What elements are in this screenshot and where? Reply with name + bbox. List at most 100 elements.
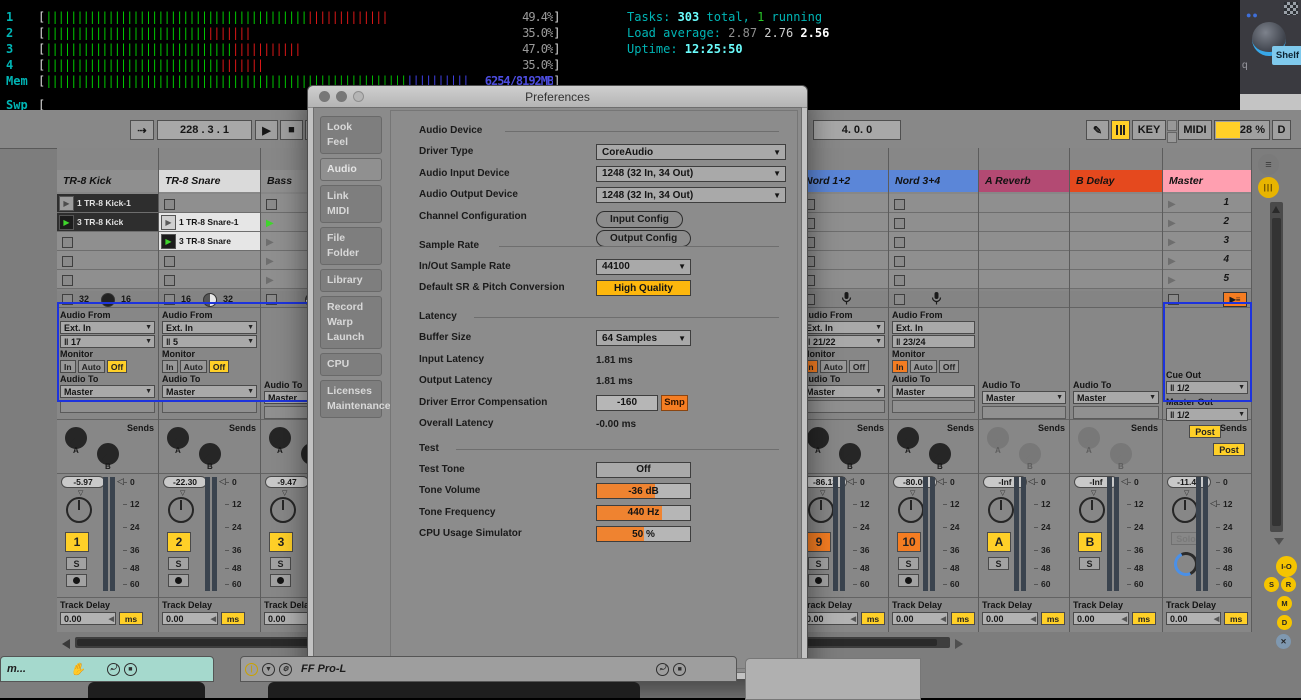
clip-slot[interactable] [799,251,888,270]
clip-stop-button[interactable] [894,199,905,210]
track-header-nord-3-4[interactable]: Nord 3+4 [889,170,978,192]
input-channel-dropdown[interactable]: ‖ 23/24 [892,335,975,348]
loop-length-display[interactable]: 4. 0. 0 [813,120,901,140]
track-activator[interactable]: 2 [167,532,191,552]
delay-unit-toggle[interactable]: ms [861,612,885,625]
delay-unit-toggle[interactable]: ms [1041,612,1065,625]
clip-slot[interactable] [979,194,1069,213]
tab-audio[interactable]: Audio [320,158,382,181]
toggle-s[interactable]: S [1264,577,1279,592]
input-channel-dropdown[interactable]: ‖ 17 ▼ [60,335,155,348]
clip-slot[interactable] [979,270,1069,289]
arm-button[interactable] [898,574,919,587]
scroll-down-arrow[interactable] [1274,538,1284,545]
clip-slot[interactable] [159,194,260,213]
scene-slot[interactable]: ▶ 3 [1163,232,1251,251]
track-delay-field[interactable]: 0.00◀ [802,612,858,625]
solo-button[interactable]: S [808,557,829,570]
audio-to-dropdown[interactable]: Master▼ [162,385,257,398]
hscroll-right-arrow[interactable] [955,639,963,649]
arm-button[interactable] [168,574,189,587]
toggle-r[interactable]: R [1281,577,1296,592]
track-activator[interactable]: 3 [269,532,293,552]
clip-slot[interactable]: ▶ 1 TR-8 Kick-1 [57,194,158,213]
stop-button[interactable]: ■ [280,120,303,140]
track-delay-field[interactable]: 0.00◀ [162,612,218,625]
track-activator[interactable]: B [1078,532,1102,552]
vertical-scrollbar[interactable] [1270,202,1283,532]
clip-3-tr-8-snare[interactable]: ▶ 3 TR-8 Snare [159,232,260,250]
monitor-in[interactable]: In [162,360,178,373]
solo-button[interactable]: S [66,557,87,570]
clip-slot[interactable]: ▶ 3 TR-8 Kick [57,213,158,232]
solo-button[interactable]: S [988,557,1009,570]
clip-stop-button[interactable] [62,275,73,286]
audio-to-dropdown[interactable]: Master▼ [982,391,1066,404]
monitor-off[interactable]: Off [106,360,128,373]
track-activator[interactable]: 10 [897,532,921,552]
delay-unit-toggle[interactable]: ms [1132,612,1156,625]
track-activator[interactable]: A [987,532,1011,552]
scene-slot[interactable]: ▶ 2 [1163,213,1251,232]
minimize-window-button[interactable] [336,91,347,102]
pan-knob[interactable] [808,497,834,523]
monitor-in[interactable]: In [892,360,908,373]
wrench-icon[interactable]: ⚙ [279,662,292,676]
track-delay-field[interactable]: 0.00◀ [60,612,116,625]
monitor-off[interactable]: Off [208,360,230,373]
fold-device-icon[interactable]: ▼ [262,662,275,676]
play-button[interactable]: ▶ [255,120,278,140]
dropdown-audio-output-device[interactable]: 1248 (32 In, 34 Out) ▼ [596,187,786,203]
clip-slot[interactable] [889,232,978,251]
tab-file-folder[interactable]: File Folder [320,227,382,265]
audio-from-dropdown[interactable]: Ext. In [892,321,975,334]
clip-slot[interactable] [889,194,978,213]
clip-3-tr-8-kick[interactable]: ▶ 3 TR-8 Kick [57,213,158,231]
clip-slot[interactable] [799,194,888,213]
clip-slot[interactable] [889,270,978,289]
toggle-m[interactable]: M [1277,596,1292,611]
clip-slot[interactable]: ▶ 3 TR-8 Snare [159,232,260,251]
audio-to-dropdown[interactable]: Master [892,385,975,398]
track-header-tr-8-snare[interactable]: TR-8 Snare [159,170,260,192]
tab-link-midi[interactable]: Link MIDI [320,185,382,223]
tab-licenses-maintenance[interactable]: Licenses Maintenance [320,380,391,418]
clip-slot[interactable] [57,270,158,289]
audio-to-dropdown[interactable]: Master▼ [802,385,885,398]
clip-slot[interactable] [159,270,260,289]
button-input-config[interactable]: Input Config [596,210,683,228]
close-window-button[interactable] [319,91,330,102]
clip-launch-button[interactable]: ▶ [59,195,74,211]
delay-unit-toggle[interactable]: ms [1224,612,1248,625]
clip-slot[interactable]: ▶ 1 TR-8 Snare-1 [159,213,260,232]
clip-stop-button[interactable] [164,199,175,210]
monitor-auto[interactable]: Auto [909,360,937,373]
pan-knob[interactable] [1172,497,1198,523]
slider-tone-frequency[interactable]: 440 Hz [596,504,691,521]
scene-slot[interactable]: ▶ 4 [1163,251,1251,270]
scroll-up-arrow[interactable] [1272,206,1280,213]
track-activator[interactable]: 9 [807,532,831,552]
clip-stop-button[interactable] [62,237,73,248]
key-map-button[interactable]: KEY [1132,120,1166,140]
field-test-tone[interactable]: Off [596,461,691,478]
clip-stop-button[interactable] [164,275,175,286]
dropdown-audio-input-device[interactable]: 1248 (32 In, 34 Out) ▼ [596,165,786,182]
clip-slot[interactable] [1070,194,1162,213]
pan-knob[interactable] [168,497,194,523]
scene-slot[interactable]: ▶ 1 [1163,194,1251,213]
tab-look-feel[interactable]: Look Feel [320,116,382,154]
save-preset-icon[interactable]: ■ [673,662,687,676]
send-post-toggle[interactable]: Post [1213,443,1245,456]
draw-mode-button[interactable]: ✎ [1086,120,1109,140]
stop-button[interactable] [62,294,73,305]
clip-slot[interactable] [1070,213,1162,232]
track-delay-field[interactable]: 0.00◀ [982,612,1038,625]
clip-slot[interactable] [889,251,978,270]
tab-cpu[interactable]: CPU [320,353,382,376]
track-header-a-reverb[interactable]: A Reverb [979,170,1069,192]
clip-stop-button[interactable] [894,275,905,286]
clip-slot[interactable] [1070,232,1162,251]
toggle-io[interactable]: I-O [1276,556,1297,577]
track-delay-field[interactable]: 0.00◀ [1166,612,1222,625]
